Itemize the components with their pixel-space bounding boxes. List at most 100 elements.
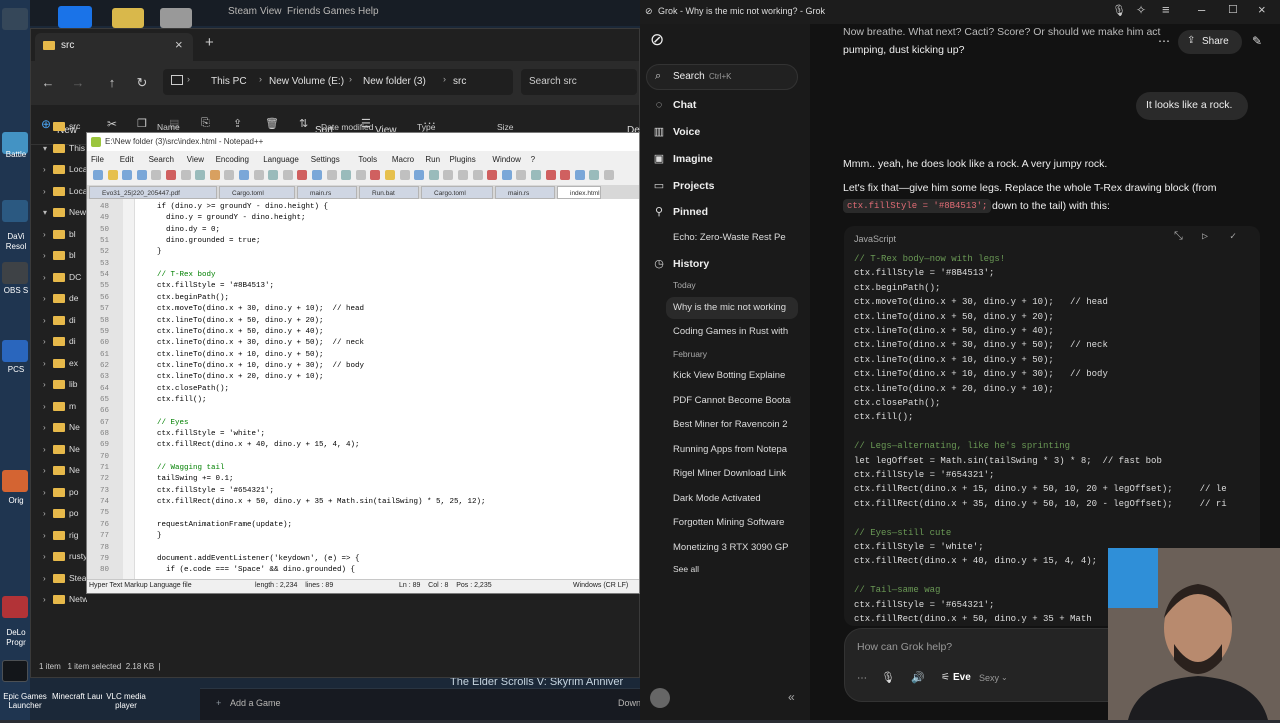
npp-toolbar-button[interactable]	[399, 170, 410, 180]
npp-toolbar-button[interactable]	[312, 170, 322, 180]
chevron-right-icon[interactable]: ›	[43, 316, 46, 325]
npp-toolbar-button[interactable]	[472, 170, 483, 180]
history-item[interactable]: Forgotten Mining Software	[673, 517, 791, 528]
minimize-icon[interactable]: –	[1198, 2, 1205, 17]
chevron-right-icon[interactable]: ›	[43, 294, 46, 303]
refresh-icon[interactable]: ↻	[131, 72, 153, 94]
npp-toolbar-button[interactable]	[443, 170, 454, 180]
npp-menu-item[interactable]: ?	[531, 155, 535, 164]
npp-toolbar-button[interactable]	[166, 170, 176, 180]
up-arrow-icon[interactable]: ↑	[101, 72, 123, 94]
nav-tree-item[interactable]: › Ne	[31, 440, 87, 462]
steam-menu-help[interactable]: Help	[358, 6, 379, 17]
history-item[interactable]: PDF Cannot Become Bootab	[673, 395, 791, 406]
close-tab-icon[interactable]: ×	[175, 37, 183, 52]
column-name[interactable]: Name	[157, 122, 180, 132]
chevron-right-icon[interactable]: ›	[43, 337, 46, 346]
pinned-item[interactable]: Echo: Zero-Waste Rest Pe	[673, 232, 791, 243]
npp-toolbar-button[interactable]	[282, 170, 293, 180]
nav-tree-item[interactable]: ▾ New	[31, 203, 87, 225]
nav-tree-item[interactable]: › di	[31, 311, 87, 333]
chevron-right-icon[interactable]: ›	[43, 574, 46, 583]
npp-file-tab[interactable]: Run.bat	[359, 186, 419, 199]
extensions-icon[interactable]: ✧	[1136, 3, 1146, 17]
npp-toolbar-button[interactable]	[239, 170, 249, 180]
npp-toolbar-button[interactable]	[589, 170, 600, 180]
steam-menu-games[interactable]: Games	[323, 6, 355, 17]
delete-icon[interactable]: 🗑	[265, 117, 279, 130]
chevron-right-icon[interactable]: ›	[43, 552, 46, 561]
chevron-right-icon[interactable]: ›	[43, 509, 46, 518]
breadcrumb-this-pc[interactable]: This PC	[211, 76, 247, 87]
chevron-right-icon[interactable]: ›	[43, 187, 46, 196]
npp-editor[interactable]: 48 49 50 51 52 53 54 55 56 57 58 59 60 61 62 63 64 65 66 67…	[87, 199, 639, 579]
npp-toolbar-button[interactable]	[151, 170, 162, 180]
search-input[interactable]: Search src	[521, 69, 637, 95]
npp-toolbar-button[interactable]	[385, 170, 395, 180]
desktop-app-icon[interactable]	[2, 8, 28, 30]
npp-file-tab[interactable]: Evo31_25|220_205447.pdf	[89, 186, 217, 199]
collapse-sidebar-icon[interactable]: «	[788, 690, 795, 704]
npp-toolbar-button[interactable]	[428, 170, 439, 180]
npp-menu-item[interactable]: Run	[425, 155, 440, 164]
see-all-link[interactable]: See all	[673, 564, 791, 574]
chevron-right-icon[interactable]: ›	[43, 423, 46, 432]
npp-toolbar-button[interactable]	[560, 170, 571, 180]
chevron-right-icon[interactable]: ›	[43, 595, 46, 604]
history-item[interactable]: Running Apps from Notepa	[673, 444, 791, 455]
steam-menu-steam[interactable]: Steam	[228, 6, 257, 17]
attach-icon[interactable]: ⋯	[857, 673, 867, 684]
settings-thumb-icon[interactable]	[160, 8, 192, 28]
history-item[interactable]: Coding Games in Rust with	[673, 326, 791, 337]
npp-toolbar-button[interactable]	[341, 170, 352, 180]
app-thumb-icon[interactable]	[58, 6, 92, 28]
npp-toolbar-button[interactable]	[122, 170, 133, 180]
nav-tree-item[interactable]: ▾ This	[31, 139, 87, 161]
history-item[interactable]: Rigel Miner Download Link	[673, 468, 791, 479]
npp-menu-item[interactable]: File	[91, 155, 104, 164]
grok-home-logo-icon[interactable]: ⊘	[650, 30, 664, 50]
nav-tree-item[interactable]: › DC	[31, 268, 87, 290]
npp-menu-item[interactable]: Plugins	[450, 155, 476, 164]
history-item[interactable]: Kick View Botting Explaine	[673, 370, 791, 381]
npp-toolbar-button[interactable]	[604, 170, 614, 180]
chevron-right-icon[interactable]: ›	[43, 165, 46, 174]
npp-menu-item[interactable]: Search	[149, 155, 174, 164]
chevron-right-icon[interactable]: ›	[43, 359, 46, 368]
back-arrow-icon[interactable]: ←	[37, 72, 59, 94]
history-item[interactable]: Monetizing 3 RTX 3090 GP	[673, 542, 791, 553]
nav-tree-item[interactable]: › po	[31, 504, 87, 526]
copy-icon[interactable]: ❐	[137, 117, 147, 130]
obs-icon[interactable]	[2, 262, 28, 284]
chevron-down-icon[interactable]: ▾	[43, 144, 47, 153]
steam-menu-view[interactable]: View	[260, 6, 282, 17]
npp-toolbar-button[interactable]	[136, 170, 147, 180]
npp-menu-item[interactable]: View	[187, 155, 204, 164]
forward-arrow-icon[interactable]: →	[67, 72, 89, 94]
npp-file-tab[interactable]: main.rs	[297, 186, 357, 199]
nav-tree-item[interactable]: › Ne	[31, 418, 87, 440]
npp-toolbar-button[interactable]	[531, 170, 541, 180]
folder-thumb-icon[interactable]	[112, 8, 144, 28]
nav-tree-item[interactable]: › Network	[31, 590, 87, 612]
npp-toolbar-button[interactable]	[414, 170, 425, 180]
npp-file-tab[interactable]: index.html	[557, 186, 601, 199]
address-bar[interactable]: › This PC › New Volume (E:) › New folder…	[163, 69, 513, 95]
chevron-right-icon[interactable]: ›	[43, 251, 46, 260]
npp-toolbar-button[interactable]	[253, 170, 264, 180]
maximize-icon[interactable]: ☐	[1228, 3, 1238, 16]
chevron-right-icon[interactable]: ›	[43, 230, 46, 239]
close-window-icon[interactable]: ×	[1258, 2, 1266, 17]
chevron-right-icon[interactable]: ›	[43, 445, 46, 454]
new-chat-icon[interactable]: ✎	[1252, 34, 1262, 48]
more-options-icon[interactable]: ⋯	[1158, 34, 1170, 48]
voice-style[interactable]: Sexy	[979, 673, 999, 683]
share-icon[interactable]: ⇪	[233, 117, 242, 130]
chevron-right-icon[interactable]: ›	[43, 531, 46, 540]
npp-menu-item[interactable]: Encoding	[216, 155, 249, 164]
chevron-right-icon[interactable]: ›	[43, 466, 46, 475]
history-item[interactable]: Best Miner for Ravencoin 2	[673, 419, 791, 430]
origin-icon[interactable]	[2, 470, 28, 492]
nav-tree-item[interactable]: › lib	[31, 375, 87, 397]
add-game-button[interactable]: Add a Game	[230, 698, 281, 708]
